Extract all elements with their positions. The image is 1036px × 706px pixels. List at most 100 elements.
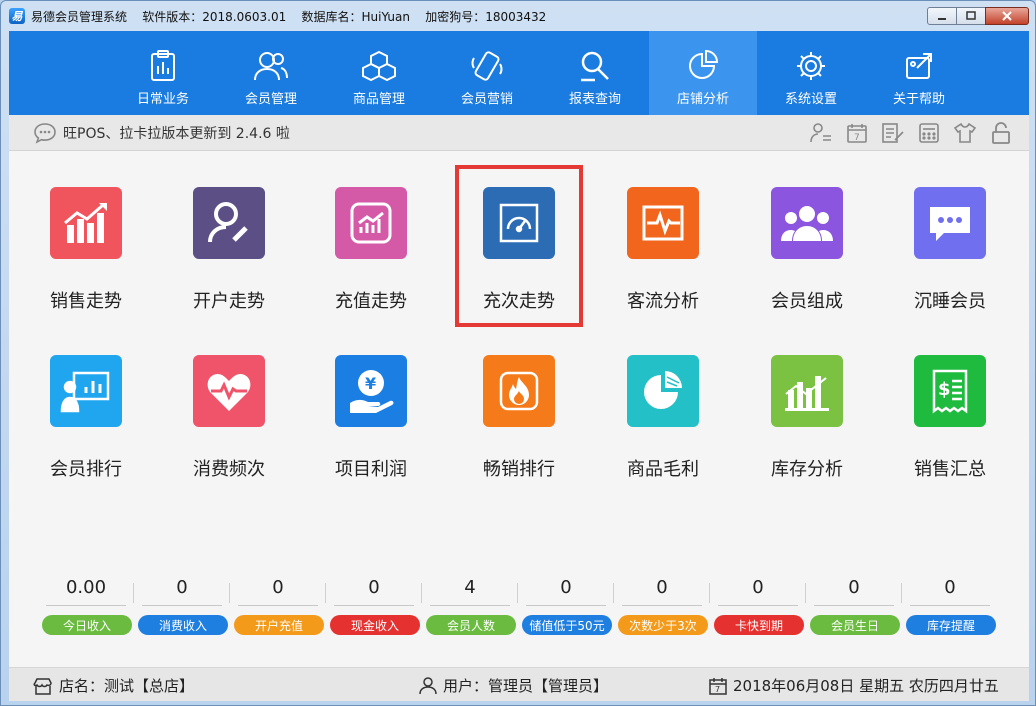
shirt-icon xyxy=(953,122,977,143)
analysis-panel: 销售走势 开户走势 充值走势 充次走势 客流分析 会员组成 沉睡会员 会员排行 … xyxy=(9,151,1029,667)
notice-bar: 旺POS、拉卡拉版本更新到 2.4.6 啦 7 xyxy=(9,115,1029,151)
badge-consumption-income[interactable]: 消费收入 xyxy=(138,615,228,635)
nav-daily-business[interactable]: 日常业务 xyxy=(109,31,217,115)
tile-gross-margin[interactable]: 商品毛利 xyxy=(598,355,728,495)
svg-text:¥: ¥ xyxy=(365,374,376,393)
badge-low-count[interactable]: 次数少于3次 xyxy=(618,615,708,635)
tile-bestseller-ranking[interactable]: 畅销排行 xyxy=(454,355,584,495)
quick-tools: 7 xyxy=(803,119,1019,147)
badge-today-income[interactable]: 今日收入 xyxy=(42,615,132,635)
close-button[interactable] xyxy=(985,7,1029,25)
stat-card-expiring: 0 xyxy=(712,577,804,606)
title-bar: 易 易德会员管理系统 软件版本：2018.0603.01 数据库名：HuiYua… xyxy=(1,1,1035,31)
window-title: 易德会员管理系统 软件版本：2018.0603.01 数据库名：HuiYuan … xyxy=(31,9,547,24)
pie-slice-icon xyxy=(627,355,699,427)
tile-traffic-analysis[interactable]: 客流分析 xyxy=(598,187,728,327)
calendar-tool[interactable]: 7 xyxy=(839,119,875,147)
edit-list-icon xyxy=(882,123,904,143)
main-nav: 日常业务 会员管理 商品管理 会员营销 报表查询 店铺分析 系统设置 关于帮助 xyxy=(9,31,1029,115)
tile-inventory-analysis[interactable]: 库存分析 xyxy=(742,355,872,495)
store-info: 店名：测试【总店】 xyxy=(33,675,194,696)
lock-icon xyxy=(992,122,1010,144)
user-info: 用户：管理员【管理员】 xyxy=(419,675,608,696)
bar-trend-icon xyxy=(771,355,843,427)
sales-trend-icon xyxy=(50,187,122,259)
user-list-icon xyxy=(810,123,831,143)
stat-account-recharge: 0 xyxy=(232,577,324,606)
badge-low-balance[interactable]: 储值低于50元 xyxy=(522,615,612,635)
tile-recharge-trend[interactable]: 充值走势 xyxy=(306,187,436,327)
tile-sales-trend[interactable]: 销售走势 xyxy=(21,187,151,327)
nav-member-management[interactable]: 会员管理 xyxy=(217,31,325,115)
recharge-chart-icon xyxy=(335,187,407,259)
boxes-icon xyxy=(362,49,396,83)
stat-stock-alert: 0 xyxy=(904,577,996,606)
current-user: 用户：管理员【管理员】 xyxy=(443,677,609,695)
receipt-icon: $ xyxy=(914,355,986,427)
minimize-icon xyxy=(938,18,946,20)
minimize-button[interactable] xyxy=(927,7,957,25)
date-info: 7 2018年06月08日 星期五 农历四月廿五 xyxy=(709,675,999,696)
clipboard-icon xyxy=(146,49,180,83)
heartbeat-icon xyxy=(193,355,265,427)
stat-cash-income: 0 xyxy=(328,577,420,606)
app-window: 易 易德会员管理系统 软件版本：2018.0603.01 数据库名：HuiYua… xyxy=(0,0,1036,706)
nav-store-analysis[interactable]: 店铺分析 xyxy=(649,31,757,115)
svg-text:7: 7 xyxy=(854,133,860,143)
calculator-tool[interactable] xyxy=(911,119,947,147)
calculator-icon xyxy=(919,123,939,143)
stat-member-birthday: 0 xyxy=(808,577,900,606)
tile-sales-summary[interactable]: $ 销售汇总 xyxy=(885,355,1015,495)
pie-chart-icon xyxy=(686,49,720,83)
svg-text:7: 7 xyxy=(715,685,720,694)
chat-bubble-icon xyxy=(34,122,56,144)
badge-cash-income[interactable]: 现金收入 xyxy=(330,615,420,635)
lock-tool[interactable] xyxy=(983,119,1019,147)
tile-consumption-frequency[interactable]: 消费频次 xyxy=(164,355,294,495)
nav-system-settings[interactable]: 系统设置 xyxy=(757,31,865,115)
stat-consumption-income: 0 xyxy=(136,577,228,606)
presentation-icon xyxy=(50,355,122,427)
stat-low-balance: 0 xyxy=(520,577,612,606)
close-icon xyxy=(1002,11,1012,21)
notice-text: 旺POS、拉卡拉版本更新到 2.4.6 啦 xyxy=(63,125,290,142)
status-bar: 店名：测试【总店】 用户：管理员【管理员】 7 2018年06月08日 星期五 … xyxy=(9,667,1029,701)
nav-about-help[interactable]: 关于帮助 xyxy=(865,31,973,115)
nav-report-query[interactable]: 报表查询 xyxy=(541,31,649,115)
maximize-button[interactable] xyxy=(956,7,986,25)
group-icon xyxy=(771,187,843,259)
svg-text:$: $ xyxy=(938,379,951,400)
badge-account-recharge[interactable]: 开户充值 xyxy=(234,615,324,635)
store-icon xyxy=(33,677,52,695)
tile-dormant-members[interactable]: 沉睡会员 xyxy=(885,187,1015,327)
calendar-icon: 7 xyxy=(847,124,867,143)
badge-stock-alert[interactable]: 库存提醒 xyxy=(906,615,996,635)
user-edit-icon xyxy=(193,187,265,259)
edit-record-tool[interactable] xyxy=(875,119,911,147)
user-icon xyxy=(419,676,437,694)
app-logo-icon: 易 xyxy=(9,8,25,24)
tile-member-ranking[interactable]: 会员排行 xyxy=(21,355,151,495)
phone-icon xyxy=(470,49,504,83)
badge-card-expiring[interactable]: 卡快到期 xyxy=(714,615,804,635)
current-date: 2018年06月08日 星期五 农历四月廿五 xyxy=(733,677,999,695)
nav-product-management[interactable]: 商品管理 xyxy=(325,31,433,115)
member-list-tool[interactable] xyxy=(803,119,839,147)
shirt-tool[interactable] xyxy=(947,119,983,147)
stat-today-income: 0.00 xyxy=(40,577,132,606)
help-icon xyxy=(902,49,936,83)
calendar-icon: 7 xyxy=(709,677,727,695)
badge-member-count[interactable]: 会员人数 xyxy=(426,615,516,635)
tile-member-composition[interactable]: 会员组成 xyxy=(742,187,872,327)
tile-account-trend[interactable]: 开户走势 xyxy=(164,187,294,327)
selection-highlight xyxy=(455,165,583,327)
gear-icon xyxy=(794,49,828,83)
pulse-monitor-icon xyxy=(627,187,699,259)
search-report-icon xyxy=(578,49,612,83)
stat-low-count: 0 xyxy=(616,577,708,606)
stat-member-count: 4 xyxy=(424,577,516,606)
badge-member-birthday[interactable]: 会员生日 xyxy=(810,615,900,635)
tile-project-profit[interactable]: ¥ 项目利润 xyxy=(306,355,436,495)
members-icon xyxy=(254,49,288,83)
nav-member-marketing[interactable]: 会员营销 xyxy=(433,31,541,115)
